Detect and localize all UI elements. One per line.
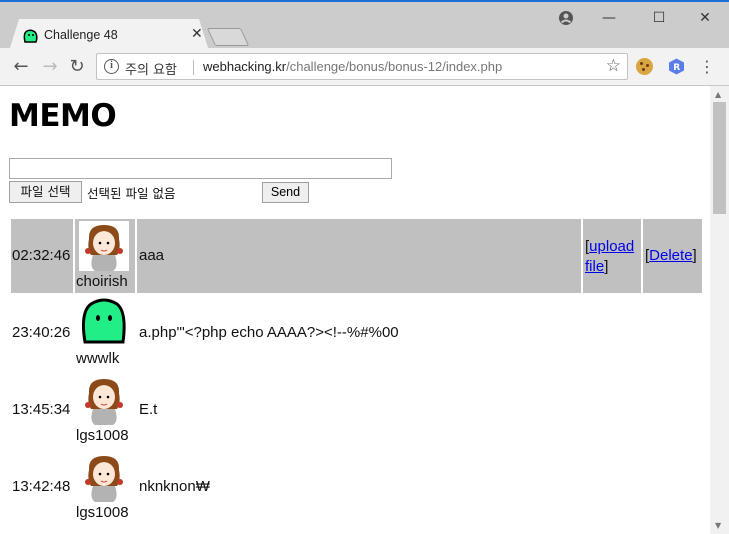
memo-cell: nknknon₩ bbox=[137, 450, 581, 524]
memo-input[interactable] bbox=[9, 158, 392, 179]
time-cell: 02:32:46 bbox=[11, 219, 73, 293]
page-viewport: MEMO 파일 선택 선택된 파일 없음 Send 02:32:46 choir… bbox=[0, 86, 710, 534]
slime-favicon-icon bbox=[23, 29, 38, 43]
menu-icon[interactable]: ⋮ bbox=[699, 57, 715, 77]
send-button[interactable]: Send bbox=[262, 182, 309, 203]
memo-text: a.php'"<?php echo AAAA?><!--%#%00 bbox=[139, 324, 399, 341]
page-title: MEMO bbox=[9, 98, 117, 134]
memo-time: 23:40:26 bbox=[12, 324, 71, 341]
user-cell: lgs1008 bbox=[75, 450, 135, 524]
girl-avatar-icon bbox=[79, 221, 129, 271]
reload-icon[interactable]: ↻ bbox=[66, 56, 88, 78]
upload-file-link-line2[interactable]: file bbox=[585, 258, 604, 275]
vertical-scrollbar[interactable]: ▲ ▼ bbox=[710, 86, 729, 534]
user-cell: wwwlk bbox=[75, 296, 135, 370]
memo-time: 13:45:34 bbox=[12, 401, 71, 418]
memo-text: aaa bbox=[139, 247, 165, 264]
memo-username: choirish bbox=[76, 273, 128, 290]
memo-cell: a.php'"<?php echo AAAA?><!--%#%00 bbox=[137, 296, 581, 370]
browser-titlebar: Challenge 48 ✕ — ☐ ✕ bbox=[0, 0, 729, 51]
memo-time: 13:42:48 bbox=[12, 478, 71, 495]
delete-link[interactable]: Delete bbox=[649, 247, 692, 264]
forward-icon[interactable]: → bbox=[39, 56, 61, 78]
address-bar[interactable]: i 주의 요함 webhacking.kr/challenge/bonus/bo… bbox=[96, 53, 628, 80]
memo-cell: E.t bbox=[137, 373, 581, 447]
upload-file-link[interactable]: upload bbox=[589, 238, 634, 255]
table-row: 13:42:48 lgs1008 nknknon₩ bbox=[9, 450, 702, 524]
scrollbar-thumb[interactable] bbox=[713, 102, 726, 214]
bracket-close: ] bbox=[692, 247, 697, 264]
file-status-text: 선택된 파일 없음 bbox=[87, 186, 176, 201]
table-row: 13:45:34 lgs1008 E.t bbox=[9, 373, 702, 447]
browser-tab[interactable]: Challenge 48 ✕ bbox=[9, 19, 209, 51]
scroll-down-icon[interactable]: ▼ bbox=[715, 521, 721, 530]
close-window-icon[interactable]: ✕ bbox=[695, 8, 715, 28]
tab-title: Challenge 48 bbox=[44, 28, 118, 42]
star-icon[interactable]: ☆ bbox=[606, 56, 621, 76]
memo-text: nknknon₩ bbox=[139, 478, 210, 495]
address-separator bbox=[193, 60, 194, 75]
extension-r-icon[interactable]: R bbox=[668, 58, 685, 75]
memo-username: lgs1008 bbox=[76, 504, 129, 521]
girl-avatar-icon bbox=[85, 456, 123, 502]
memo-username: wwwlk bbox=[76, 350, 120, 367]
info-icon[interactable]: i bbox=[104, 59, 119, 74]
tab-close-icon[interactable]: ✕ bbox=[191, 27, 203, 41]
memo-cell: aaa bbox=[137, 219, 581, 293]
svg-text:R: R bbox=[673, 63, 680, 73]
table-row: 23:40:26 wwwlk a.php'"<?php echo AAAA?><… bbox=[9, 296, 702, 370]
url-text[interactable]: webhacking.kr/challenge/bonus/bonus-12/i… bbox=[203, 59, 502, 74]
maximize-icon[interactable]: ☐ bbox=[649, 8, 669, 28]
table-row: 02:32:46 choirish aaa [upload file] [Del… bbox=[9, 219, 702, 293]
time-cell: 13:45:34 bbox=[11, 373, 73, 447]
upload-cell: [upload file] bbox=[583, 219, 641, 293]
minimize-icon[interactable]: — bbox=[599, 8, 619, 28]
security-label: 주의 요함 bbox=[125, 63, 177, 78]
delete-link-wrap: [Delete] bbox=[645, 247, 697, 264]
delete-cell: [Delete] bbox=[643, 219, 702, 293]
memo-text: E.t bbox=[139, 401, 158, 418]
back-icon[interactable]: ← bbox=[10, 56, 32, 78]
browser-toolbar: ← → ↻ i 주의 요함 webhacking.kr/challenge/bo… bbox=[0, 48, 729, 86]
url-host: webhacking.kr bbox=[203, 59, 287, 74]
girl-avatar-icon bbox=[85, 379, 123, 425]
memo-time: 02:32:46 bbox=[12, 247, 71, 264]
time-cell: 13:42:48 bbox=[11, 450, 73, 524]
time-cell: 23:40:26 bbox=[11, 296, 73, 370]
scroll-up-icon[interactable]: ▲ bbox=[715, 90, 721, 99]
upload-link-wrap: [upload file] bbox=[585, 237, 634, 277]
user-cell: choirish bbox=[75, 219, 135, 293]
file-select-button[interactable]: 파일 선택 bbox=[9, 181, 82, 203]
user-cell: lgs1008 bbox=[75, 373, 135, 447]
account-icon[interactable] bbox=[558, 10, 574, 26]
cookie-extension-icon[interactable] bbox=[636, 58, 653, 75]
bracket-close: ] bbox=[604, 258, 609, 275]
memo-username: lgs1008 bbox=[76, 427, 129, 444]
url-path: /challenge/bonus/bonus-12/index.php bbox=[286, 59, 503, 74]
new-tab-button[interactable] bbox=[206, 28, 250, 46]
slime-avatar-icon bbox=[82, 298, 126, 344]
